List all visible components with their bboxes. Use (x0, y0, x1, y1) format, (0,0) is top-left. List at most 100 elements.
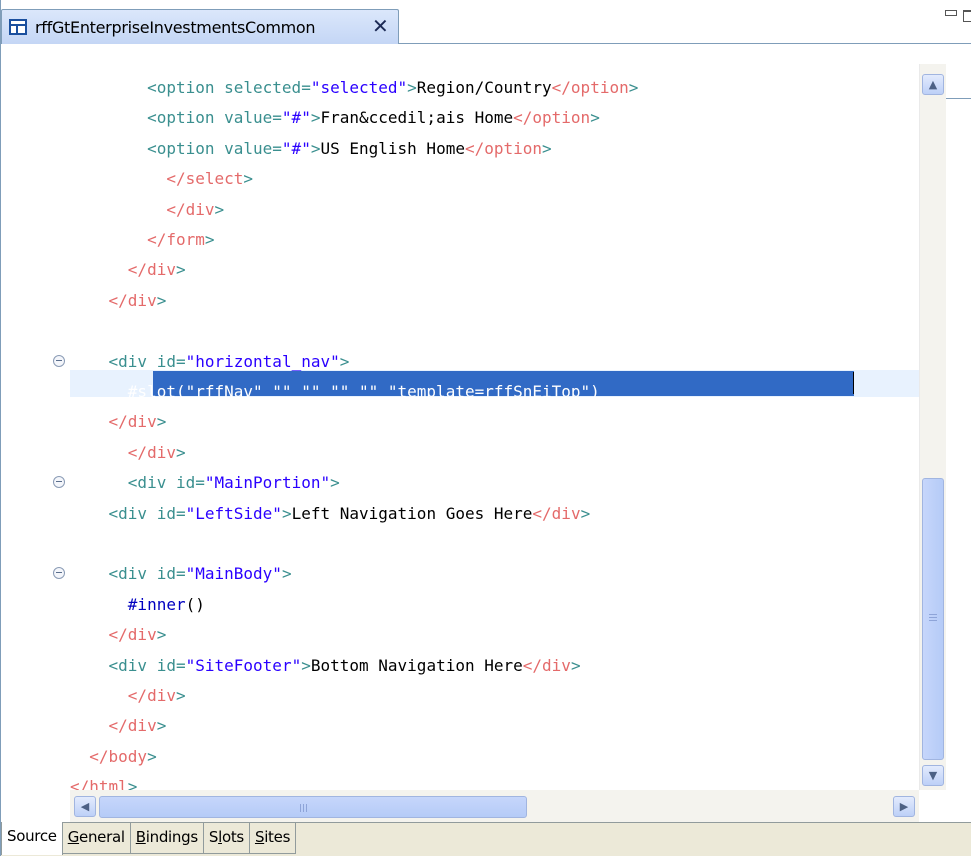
minimize-icon[interactable] (945, 10, 957, 16)
code-token: > (175, 260, 186, 280)
view-controls (945, 8, 971, 24)
text-caret (853, 372, 854, 394)
code-token: > (628, 78, 639, 97)
code-line: <div id="MainBody"> (1, 561, 919, 590)
code-token: Left Navigation Goes Here (291, 503, 533, 523)
code-line-text: </div> (70, 411, 167, 433)
code-token: "MainPortion" (204, 473, 331, 493)
grip-icon (300, 804, 309, 812)
vertical-scroll-thumb[interactable] (922, 478, 944, 760)
code-line-text: #inner() (70, 594, 205, 616)
code-token: > (281, 503, 292, 523)
code-line: </html> (1, 774, 919, 790)
code-token: "selected" (310, 78, 408, 97)
code-token: </div (522, 655, 571, 675)
code-token: <div (108, 564, 157, 584)
code-line: <option value="#" > US English Home</optio… (1, 136, 919, 165)
code-token: <div (108, 351, 157, 371)
close-icon[interactable]: ✕ (372, 15, 389, 37)
code-token: </div (127, 686, 176, 705)
code-token: > (156, 625, 167, 645)
scroll-up-button[interactable]: ▲ (922, 74, 944, 95)
code-line-text: </div> (70, 715, 167, 737)
code-line-text: </div> (70, 624, 167, 646)
horizontal-scrollbar[interactable]: ◀ ▶ (70, 790, 919, 822)
code-token: id= (156, 503, 186, 523)
code-line: </div> (1, 713, 919, 742)
page-tab-bindings[interactable]: Bindings (130, 823, 204, 854)
arrow-down-icon: ▼ (928, 769, 938, 782)
code-token: > (339, 351, 350, 371)
code-line: </body> (1, 744, 919, 773)
vertical-scrollbar[interactable]: ▲ ▼ (919, 64, 946, 790)
arrow-up-icon: ▲ (928, 78, 938, 91)
code-line-text: <option selected="selected">Region/Count… (70, 77, 638, 99)
code-token: > (590, 108, 600, 128)
page-tab-general[interactable]: General (62, 823, 131, 854)
page-tab-sites[interactable]: Sites (249, 823, 297, 854)
code-token: > (156, 290, 167, 310)
code-line: <div id="LeftSide">Left Navigation Goes … (1, 501, 919, 530)
editor-window: rffGtEnterpriseInvestmentsCommon ✕ <opti… (0, 0, 971, 856)
horizontal-scroll-thumb[interactable] (99, 796, 527, 818)
code-token: id= (156, 564, 186, 584)
code-token: <option (147, 108, 225, 128)
editor-page-tabs: Source General Bindings Slots Sites (1, 822, 971, 856)
source-code-area[interactable]: <option selected="selected">Region/Count… (1, 64, 919, 790)
maximize-icon[interactable] (963, 10, 971, 22)
code-token: > (147, 746, 157, 766)
html-file-icon (9, 19, 27, 35)
fold-toggle-icon[interactable] (53, 476, 65, 489)
code-token: > (281, 564, 292, 584)
fold-toggle-icon[interactable] (53, 567, 65, 580)
code-token: > (156, 716, 167, 736)
code-line-text: <div id="MainPortion"> (70, 472, 340, 494)
fold-toggle-icon[interactable] (53, 354, 65, 367)
code-token: </div (108, 625, 157, 645)
code-token: "LeftSide" (185, 503, 282, 523)
page-tab-source[interactable]: Source (1, 822, 63, 855)
code-line: </div> (1, 197, 919, 226)
code-token: "#" (281, 108, 311, 128)
code-line-text: <option value="#" > Fran&ccedil;ais Home</… (70, 107, 600, 129)
code-token: </div (532, 503, 581, 523)
code-line: <div id="SiteFooter">Bottom Navigation H… (1, 653, 919, 682)
page-tab-slots[interactable]: Slots (203, 823, 250, 854)
code-line-text: </body> (70, 746, 157, 768)
code-token: </option (513, 108, 591, 128)
code-line: </div> (1, 257, 919, 286)
code-token: </form (147, 230, 205, 249)
code-token: () (185, 594, 205, 614)
code-token: value= (224, 108, 282, 128)
code-token: <div (108, 655, 157, 675)
code-line: </div> (1, 440, 919, 469)
code-line: #inner() (1, 592, 919, 621)
scroll-down-button[interactable]: ▼ (922, 765, 944, 786)
code-token: > (330, 473, 340, 493)
editor-tab-bar: rffGtEnterpriseInvestmentsCommon ✕ (1, 0, 971, 44)
code-token: </option (464, 138, 543, 158)
code-token: <div (127, 473, 176, 493)
code-line-text: <div id="horizontal_nav"> (70, 351, 350, 373)
code-line-text: <option value="#" > US English Home</optio… (70, 138, 552, 160)
code-token: value= (224, 138, 282, 158)
code-token: Fran&ccedil;ais Home (320, 108, 514, 128)
editor-tab[interactable]: rffGtEnterpriseInvestmentsCommon ✕ (1, 9, 399, 44)
code-token: "horizontal_nav" (185, 351, 340, 371)
code-token: <option (147, 78, 225, 97)
scroll-right-button[interactable]: ▶ (893, 796, 915, 817)
arrow-left-icon: ◀ (80, 800, 90, 813)
code-token: </div (166, 199, 215, 219)
scroll-left-button[interactable]: ◀ (74, 796, 96, 817)
code-line-text: </div> (70, 685, 186, 707)
code-token: </select (166, 169, 244, 189)
